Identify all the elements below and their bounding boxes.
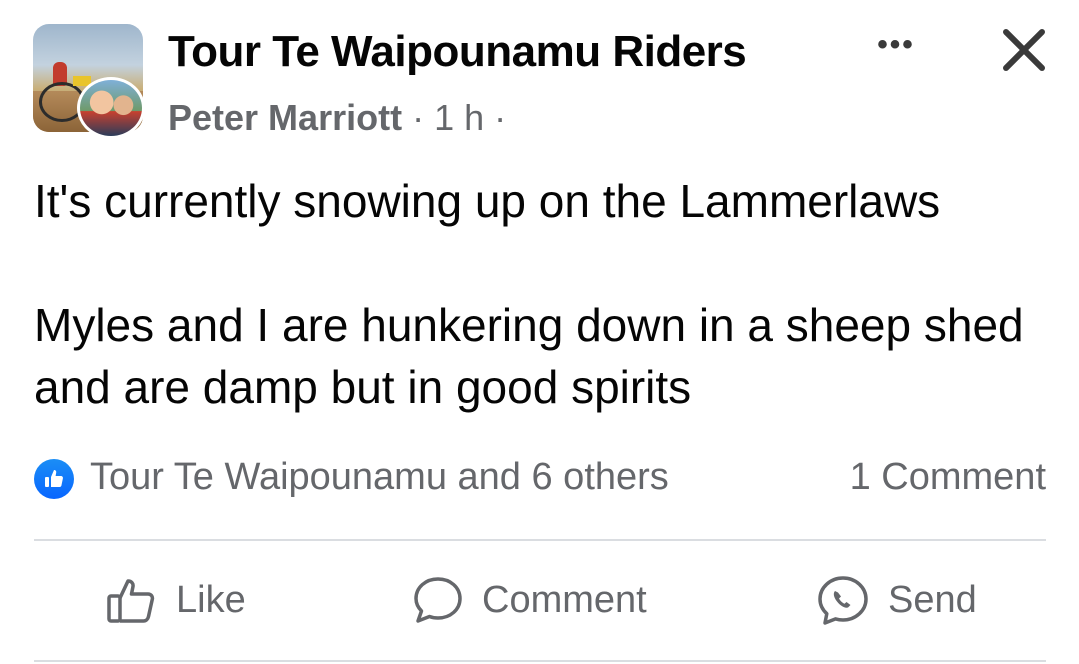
like-reaction-badge[interactable] (34, 459, 74, 499)
reaction-stats: Tour Te Waipounamu and 6 others 1 Commen… (34, 454, 1046, 504)
more-options-button[interactable]: ••• (870, 28, 922, 62)
messenger-icon (818, 576, 868, 625)
like-label: Like (176, 578, 246, 621)
comment-count[interactable]: 1 Comment (850, 456, 1046, 499)
author-avatar-photo (80, 80, 142, 136)
divider-bottom (34, 660, 1046, 662)
send-label: Send (888, 578, 977, 621)
post-meta: Peter Marriott · 1 h · (168, 97, 506, 139)
author-name[interactable]: Peter Marriott (168, 97, 402, 138)
like-button[interactable]: Like (106, 560, 246, 640)
speech-bubble-icon (414, 577, 462, 623)
comment-button[interactable]: Comment (412, 560, 647, 640)
post-header: Tour Te Waipounamu Riders Peter Marriott… (0, 0, 1079, 150)
post-body: It's currently snowing up on the Lammerl… (34, 170, 1054, 418)
reactors-text[interactable]: Tour Te Waipounamu and 6 others (90, 456, 669, 499)
meta-separator: · (412, 97, 425, 138)
divider-top (34, 539, 1046, 541)
comment-label: Comment (482, 578, 647, 621)
group-name[interactable]: Tour Te Waipounamu Riders (168, 27, 747, 77)
close-icon (1003, 29, 1045, 71)
thumbs-up-outline-icon (107, 579, 155, 623)
close-button[interactable] (996, 22, 1052, 78)
send-button[interactable]: Send (816, 560, 977, 640)
action-bar: Like Comment Send (34, 560, 1046, 640)
post-time[interactable]: 1 h (434, 97, 484, 138)
author-avatar[interactable] (77, 77, 145, 139)
post-text-line-1: It's currently snowing up on the Lammerl… (34, 175, 941, 227)
more-horizontal-icon: ••• (877, 28, 915, 61)
thumbs-up-icon (45, 470, 63, 487)
meta-separator-2: · (494, 97, 507, 138)
post-text-line-2: Myles and I are hunkering down in a shee… (34, 299, 1024, 413)
